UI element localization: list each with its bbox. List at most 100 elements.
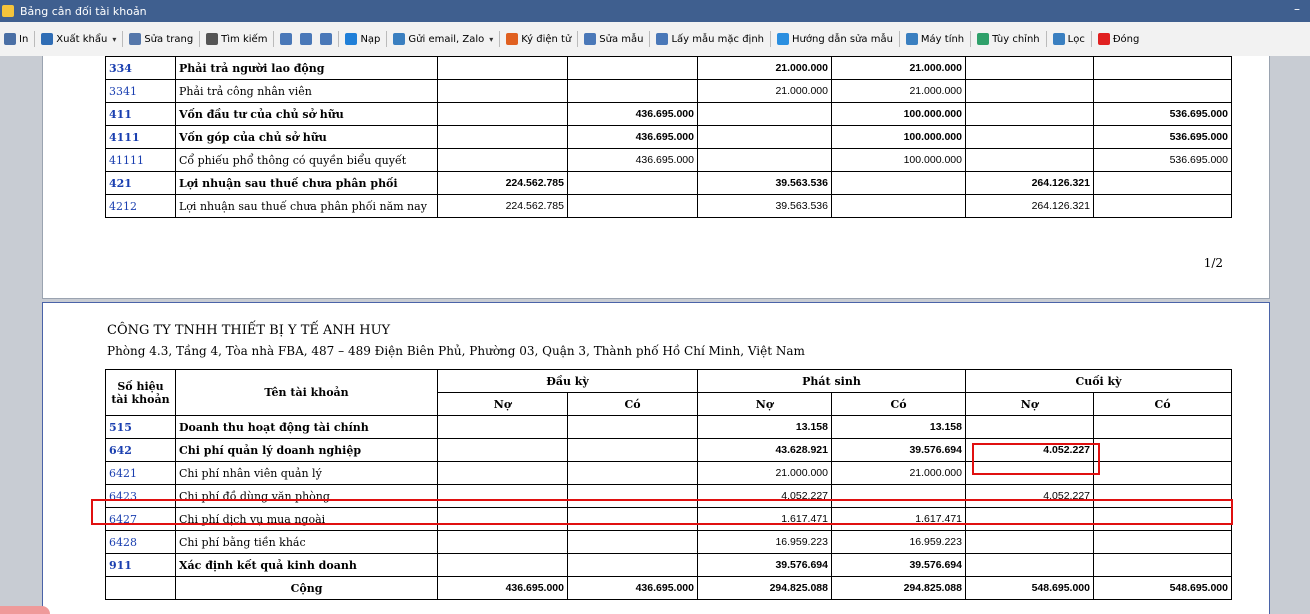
header-account-name: Tên tài khoản [175, 369, 438, 416]
highlight-cell-642-closing-debit [972, 443, 1100, 475]
header-account-code: Số hiệu tài khoản [105, 369, 176, 416]
toolbar-label: Sửa trang [144, 33, 194, 45]
toolbar-button--ng[interactable]: Đóng [1094, 28, 1144, 50]
header-movement-debit: Nợ [697, 392, 832, 416]
account-name: Phải trả người lao động [175, 56, 438, 80]
movement-debit: 13.158 [697, 415, 832, 439]
toolbar-button-h-ng-d-n-s-a-m-u[interactable]: Hướng dẫn sửa mẫu [773, 28, 897, 50]
opening-debit [437, 148, 568, 172]
header-closing-credit: Có [1093, 392, 1232, 416]
movement-debit: 43.628.921 [697, 438, 832, 462]
account-name: Doanh thu hoạt động tài chính [175, 415, 438, 439]
table-row: 515 Doanh thu hoạt động tài chính 13.158 13… [105, 415, 1232, 439]
table-row: 4212 Lợi nhuận sau thuế chưa phân phối nă… [105, 194, 1232, 218]
closing-credit: 536.695.000 [1093, 148, 1232, 172]
account-code: 642 [105, 438, 176, 462]
closing-debit [965, 56, 1094, 80]
opening-debit: 224.562.785 [437, 194, 568, 218]
chevron-down-icon[interactable]: ▾ [112, 35, 116, 44]
closing-debit [965, 102, 1094, 126]
toolbar-label: Hướng dẫn sửa mẫu [792, 33, 893, 45]
account-code: 41111 [105, 148, 176, 172]
toolbar-button-s-a-trang[interactable]: Sửa trang [125, 28, 197, 50]
toolbar-button-l-y-m-u-m-c-nh[interactable]: Lấy mẫu mặc định [652, 28, 768, 50]
toolbar-button-n-p[interactable]: Nạp [341, 28, 384, 50]
movement-debit [697, 102, 832, 126]
opening-credit: 436.695.000 [567, 576, 698, 600]
table-row: 411 Vốn đầu tư của chủ sở hữu 436.695.000 1… [105, 102, 1232, 126]
report-page-2: CÔNG TY TNHH THIẾT BỊ Y TẾ ANH HUY Phòng… [42, 302, 1270, 614]
opening-credit [567, 171, 698, 195]
movement-credit [831, 194, 966, 218]
account-code: 911 [105, 553, 176, 577]
opening-debit [437, 530, 568, 554]
toolbar-label: Tùy chỉnh [992, 33, 1040, 45]
page-number: 1/2 [1203, 256, 1223, 270]
closing-credit: 548.695.000 [1093, 576, 1232, 600]
toolbar-button-view-single[interactable] [276, 28, 296, 50]
chevron-down-icon[interactable]: ▾ [489, 35, 493, 44]
template-default-icon [656, 33, 669, 45]
filter-icon [1052, 33, 1065, 45]
header-opening: Đầu kỳ [437, 369, 698, 393]
edit-page-icon [129, 33, 142, 45]
closing-credit: 536.695.000 [1093, 125, 1232, 149]
toolbar-button-t-m-ki-m[interactable]: Tìm kiếm [202, 28, 271, 50]
movement-debit: 39.563.536 [697, 194, 832, 218]
toolbar-button-in[interactable]: In [0, 28, 32, 50]
toolbar-separator [338, 31, 340, 47]
toolbar-button-l-c[interactable]: Lọc [1049, 28, 1089, 50]
toolbar-button-s-a-m-u[interactable]: Sửa mẫu [580, 28, 647, 50]
account-code [105, 576, 176, 600]
closing-debit: 264.126.321 [965, 194, 1094, 218]
view-double-icon [300, 33, 313, 45]
opening-debit [437, 56, 568, 80]
toolbar-separator [386, 31, 388, 47]
table-row: 4111 Vốn góp của chủ sở hữu 436.695.000 100… [105, 125, 1232, 149]
opening-debit [437, 125, 568, 149]
movement-debit: 39.563.536 [697, 171, 832, 195]
toolbar-button-k-i-n-t-[interactable]: Ký điện tử [502, 28, 575, 50]
toolbar-separator [649, 31, 651, 47]
help-icon [777, 33, 790, 45]
report-viewer[interactable]: 334 Phải trả người lao động 21.000.000 21.0… [0, 56, 1310, 614]
signature-icon [506, 33, 519, 45]
closing-debit [965, 530, 1094, 554]
table-row: 41111 Cổ phiếu phổ thông có quyền biểu qu… [105, 148, 1232, 172]
opening-debit: 436.695.000 [437, 576, 568, 600]
movement-debit: 21.000.000 [697, 56, 832, 80]
header-movement: Phát sinh [697, 369, 966, 393]
toolbar-button-view-double[interactable] [296, 28, 316, 50]
opening-credit: 436.695.000 [567, 148, 698, 172]
toolbar-button-xu-t-kh-u[interactable]: Xuất khẩu ▾ [37, 28, 120, 50]
movement-credit: 100.000.000 [831, 125, 966, 149]
toolbar-button-t-y-ch-nh[interactable]: Tùy chỉnh [973, 28, 1043, 50]
view-fit-icon [320, 33, 333, 45]
opening-debit [437, 102, 568, 126]
header-closing: Cuối kỳ [965, 369, 1232, 393]
minimize-icon[interactable]: – [1294, 2, 1300, 16]
opening-credit [567, 79, 698, 103]
account-name: Vốn đầu tư của chủ sở hữu [175, 102, 438, 126]
toolbar-label: Xuất khẩu [56, 33, 108, 45]
toolbar-separator [1045, 31, 1047, 47]
movement-credit: 39.576.694 [831, 438, 966, 462]
header-closing-debit: Nợ [965, 392, 1094, 416]
account-code: 421 [105, 171, 176, 195]
account-name: Cổ phiếu phổ thông có quyền biểu quyết [175, 148, 438, 172]
status-badge [0, 606, 50, 614]
closing-credit [1093, 415, 1232, 439]
title-bar: Bảng cân đối tài khoản – [0, 0, 1310, 22]
toolbar-button-view-fit[interactable] [316, 28, 336, 50]
toolbar-button-g-i-email-zalo[interactable]: Gửi email, Zalo ▾ [389, 28, 497, 50]
toolbar-button-m-y-t-nh[interactable]: Máy tính [902, 28, 968, 50]
toolbar-label: Lấy mẫu mặc định [671, 33, 765, 45]
account-name: Chi phí bằng tiền khác [175, 530, 438, 554]
table-row: 421 Lợi nhuận sau thuế chưa phân phối 224.… [105, 171, 1232, 195]
calculator-icon [905, 33, 918, 45]
opening-credit [567, 438, 698, 462]
movement-debit: 16.959.223 [697, 530, 832, 554]
closing-debit: 264.126.321 [965, 171, 1094, 195]
closing-debit: 548.695.000 [965, 576, 1094, 600]
movement-debit [697, 148, 832, 172]
